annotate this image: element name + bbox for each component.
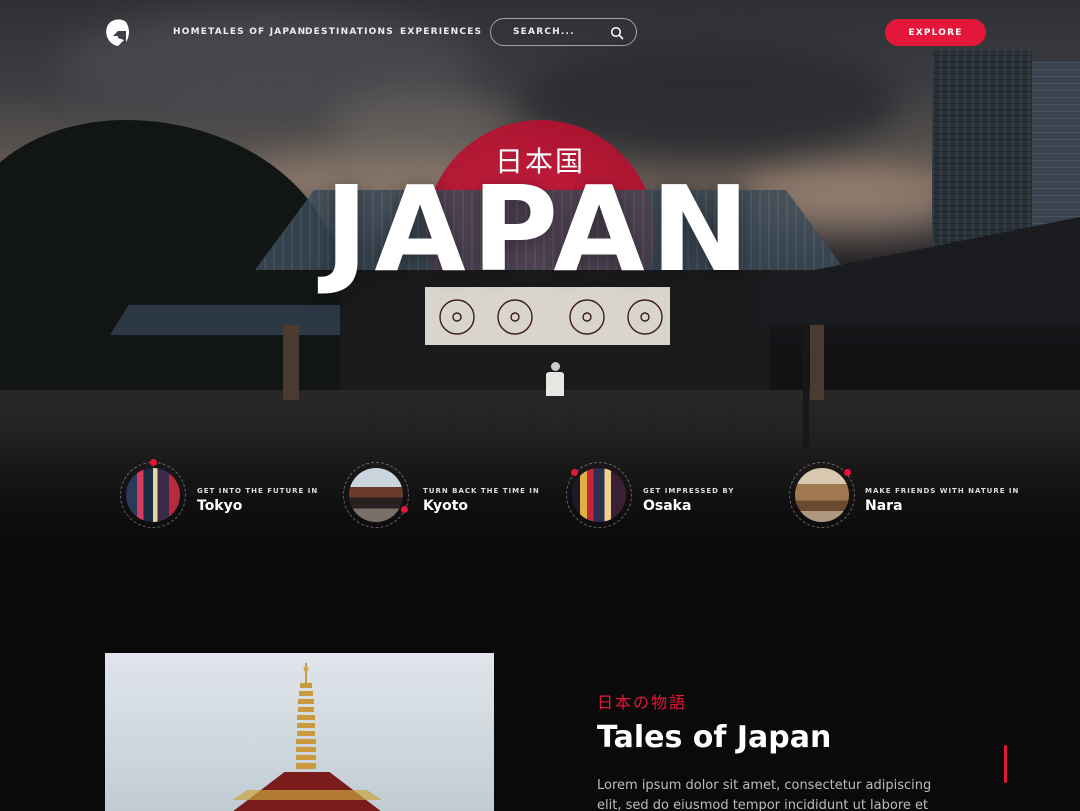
- city-thumbnail-tokyo: [126, 468, 180, 522]
- top-navigation: HOMETALES OF JAPAN DESTINATIONS EXPERIEN…: [0, 0, 1080, 66]
- city-marker-dot: [844, 469, 851, 476]
- tales-body-text: Lorem ipsum dolor sit amet, consectetur …: [597, 778, 932, 811]
- search-input[interactable]: [513, 25, 603, 39]
- city-marker-dot: [571, 469, 578, 476]
- scroll-indicator[interactable]: [1004, 745, 1007, 783]
- explore-button[interactable]: EXPLORE: [885, 19, 986, 46]
- nav-link-experiences[interactable]: EXPERIENCES: [400, 27, 482, 37]
- city-thumbnail-kyoto: [349, 468, 403, 522]
- city-thumbnail-nara: [795, 468, 849, 522]
- city-name: Osaka: [643, 498, 692, 514]
- tales-japanese-subtitle: 日本の物語: [597, 693, 688, 712]
- city-name: Tokyo: [197, 498, 243, 514]
- city-card-nara[interactable]: MAKE FRIENDS WITH NATURE IN Nara: [789, 462, 1018, 530]
- search-icon[interactable]: [610, 25, 624, 40]
- city-kicker: GET INTO THE FUTURE IN: [197, 487, 319, 495]
- city-name: Kyoto: [423, 498, 469, 514]
- hero-title: JAPAN: [324, 160, 756, 298]
- walking-person: [545, 362, 565, 426]
- side-building-roof: [110, 305, 340, 335]
- pagoda-spire: [295, 663, 317, 783]
- pagoda-roof-trim: [232, 790, 382, 800]
- search-box: [490, 18, 637, 46]
- city-card-kyoto[interactable]: TURN BACK THE TIME IN Kyoto: [343, 462, 539, 530]
- city-card-tokyo[interactable]: GET INTO THE FUTURE IN Tokyo: [120, 459, 317, 530]
- city-marker-dot: [401, 506, 408, 513]
- stone-lantern: [810, 325, 824, 400]
- city-kicker: MAKE FRIENDS WITH NATURE IN: [865, 487, 1020, 495]
- city-card-osaka[interactable]: GET IMPRESSED BY Osaka: [566, 462, 756, 530]
- g-logo-icon[interactable]: [104, 16, 132, 48]
- city-marker-dot: [150, 459, 157, 466]
- city-kicker: GET IMPRESSED BY: [643, 487, 735, 495]
- tales-title: Tales of Japan: [597, 720, 832, 755]
- city-name: Nara: [865, 498, 903, 514]
- stone-lantern: [283, 325, 299, 400]
- city-thumbnail-osaka: [572, 468, 626, 522]
- city-kicker: TURN BACK THE TIME IN: [423, 487, 540, 495]
- nav-link-destinations[interactable]: DESTINATIONS: [305, 27, 394, 37]
- nav-link-hometales[interactable]: HOMETALES OF JAPAN: [173, 27, 306, 37]
